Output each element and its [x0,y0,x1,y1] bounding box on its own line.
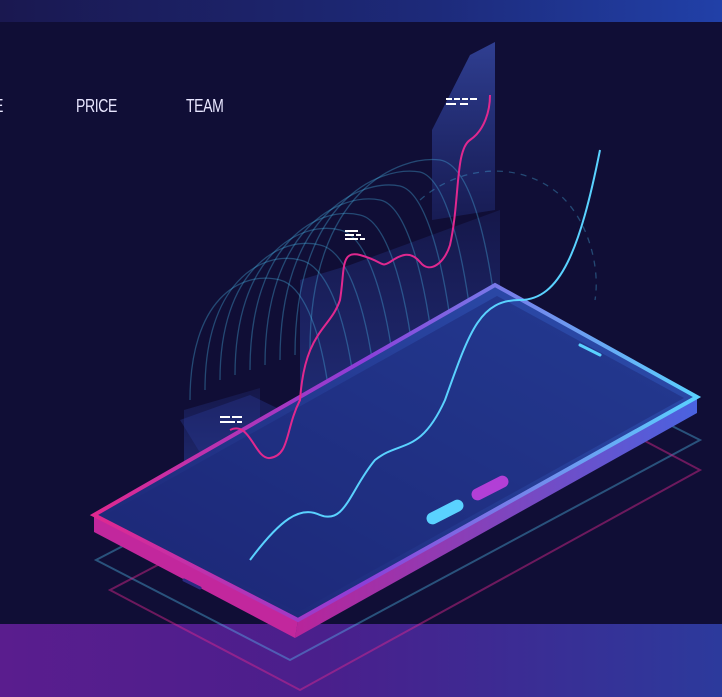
phone-analytics-illustration [89,42,703,692]
chart-label-glyph-2 [345,230,365,240]
